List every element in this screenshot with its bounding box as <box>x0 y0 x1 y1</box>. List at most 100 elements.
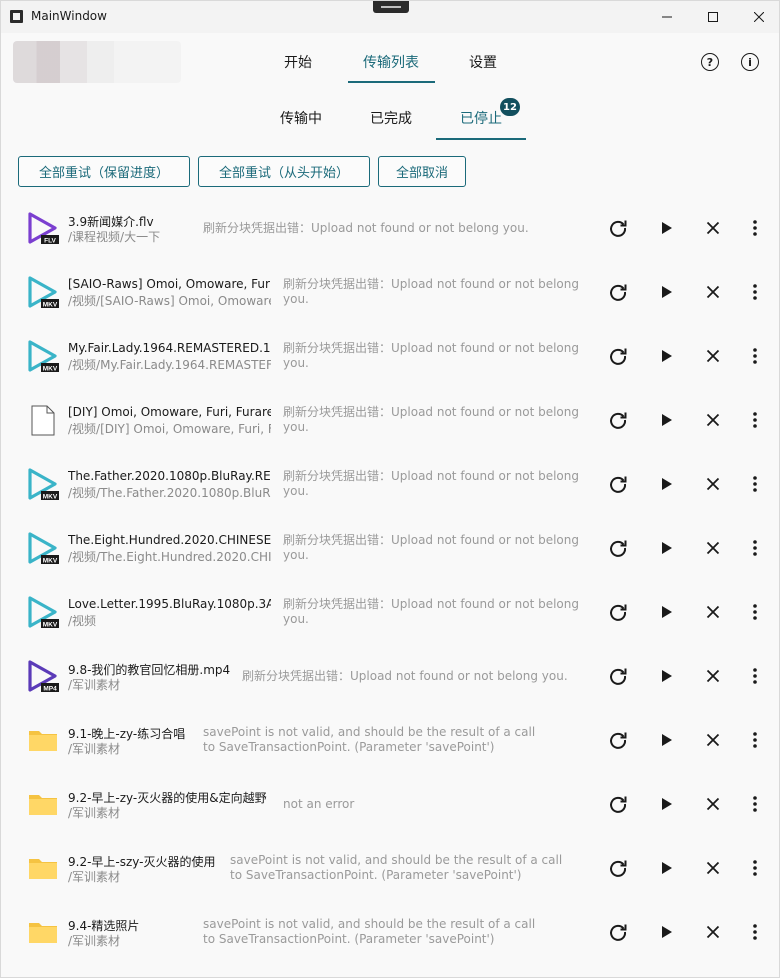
cancel-button[interactable] <box>701 664 725 688</box>
transfer-row[interactable]: MKV The.Father.2020.1080p.BluRay.REM/视频/T… <box>1 452 779 516</box>
transfer-row[interactable]: MKV My.Fair.Lady.1964.REMASTERED.10/视频/My… <box>1 324 779 388</box>
resume-button[interactable] <box>655 600 679 624</box>
resume-button[interactable] <box>655 920 679 944</box>
more-button[interactable] <box>743 408 767 432</box>
resume-button[interactable] <box>655 536 679 560</box>
file-path: /视频/The.Father.2020.1080p.BluRa <box>68 486 271 500</box>
tab-start[interactable]: 开始 <box>284 52 312 72</box>
file-path: /视频/The.Eight.Hundred.2020.CHIN <box>68 550 271 564</box>
transfer-row[interactable]: MP4 9.8-我们的教官回忆相册.mp4/军训素材 刷新分块凭据出错：Upload… <box>1 644 779 708</box>
error-message: savePoint is not valid, and should be th… <box>230 853 563 882</box>
transfer-row[interactable]: [DIY] Omoi, Omoware, Furi, Furare/视频/[DI… <box>1 388 779 452</box>
resume-button[interactable] <box>655 664 679 688</box>
retry-button[interactable] <box>606 920 630 944</box>
retry-icon <box>608 474 628 494</box>
transfer-row[interactable]: 9.2-早上-szy-灭火器的使用/军训素材 savePoint is not v… <box>1 836 779 900</box>
file-path: /视频 <box>68 614 97 628</box>
subtab-stopped[interactable]: 已停止 <box>460 108 502 128</box>
help-icon[interactable]: ? <box>701 53 719 71</box>
retry-button[interactable] <box>606 664 630 688</box>
transfer-row[interactable]: MKV [SAIO-Raws] Omoi, Omoware, Furi, /视频/[… <box>1 260 779 324</box>
transfer-row[interactable]: 9.2-早上-zy-灭火器的使用&定向越野/军训素材 not an error <box>1 772 779 836</box>
play-icon <box>660 221 674 235</box>
resume-button[interactable] <box>655 408 679 432</box>
cancel-button[interactable] <box>701 344 725 368</box>
more-button[interactable] <box>743 472 767 496</box>
top-tab-bar: 开始 传输列表 设置 <box>1 45 779 85</box>
cancel-button[interactable] <box>701 792 725 816</box>
more-button[interactable] <box>743 728 767 752</box>
cancel-button[interactable] <box>701 280 725 304</box>
maximize-button[interactable] <box>690 1 736 33</box>
transfer-row[interactable]: 9.1-晚上-zy-练习合唱/军训素材 savePoint is not vali… <box>1 708 779 772</box>
svg-text:MKV: MKV <box>43 365 58 372</box>
resume-button[interactable] <box>655 856 679 880</box>
resume-button[interactable] <box>655 792 679 816</box>
main-window: MainWindow 开始 传输列表 设置 ? i 传输中 已完成 已停止 12… <box>0 0 780 978</box>
cancel-button[interactable] <box>701 856 725 880</box>
retry-button[interactable] <box>606 856 630 880</box>
folder-icon <box>25 850 61 886</box>
retry-button[interactable] <box>606 536 630 560</box>
cancel-all-button[interactable]: 全部取消 <box>378 156 466 187</box>
more-button[interactable] <box>743 856 767 880</box>
close-icon <box>706 733 720 747</box>
title-bar[interactable]: MainWindow <box>1 1 779 33</box>
retry-button[interactable] <box>606 408 630 432</box>
tab-transfer-list[interactable]: 传输列表 <box>363 52 419 72</box>
cancel-button[interactable] <box>701 536 725 560</box>
cancel-button[interactable] <box>701 216 725 240</box>
resume-button[interactable] <box>655 472 679 496</box>
retry-button[interactable] <box>606 344 630 368</box>
resume-button[interactable] <box>655 728 679 752</box>
transfer-row[interactable]: MKV The.Eight.Hundred.2020.CHINESE.1/视频/T… <box>1 516 779 580</box>
cancel-button[interactable] <box>701 408 725 432</box>
more-button[interactable] <box>743 280 767 304</box>
close-icon <box>706 925 720 939</box>
cancel-button[interactable] <box>701 600 725 624</box>
retry-button[interactable] <box>606 472 630 496</box>
retry-icon <box>608 282 628 302</box>
retry-button[interactable] <box>606 280 630 304</box>
svg-text:MKV: MKV <box>43 557 58 564</box>
drag-handle[interactable] <box>373 1 409 13</box>
close-button[interactable] <box>736 1 780 33</box>
cancel-button[interactable] <box>701 472 725 496</box>
transfer-row[interactable]: MKV Love.Letter.1995.BluRay.1080p.3Au/视频 刷… <box>1 580 779 644</box>
retry-button[interactable] <box>606 600 630 624</box>
resume-button[interactable] <box>655 280 679 304</box>
subtab-completed[interactable]: 已完成 <box>370 108 412 128</box>
more-button[interactable] <box>743 536 767 560</box>
transfer-row[interactable]: FLV 3.9新闻媒介.flv/课程视频/大一下 刷新分块凭据出错：Upload n… <box>1 196 779 260</box>
retry-button[interactable] <box>606 216 630 240</box>
retry-icon <box>608 922 628 942</box>
subtab-transferring[interactable]: 传输中 <box>280 108 322 128</box>
stopped-count-badge: 12 <box>500 98 520 116</box>
more-icon <box>752 475 758 493</box>
more-button[interactable] <box>743 664 767 688</box>
info-icon[interactable]: i <box>741 53 759 71</box>
svg-text:MKV: MKV <box>43 493 58 500</box>
close-icon <box>706 861 720 875</box>
video-file-icon: MP4 <box>25 658 61 694</box>
minimize-button[interactable] <box>644 1 690 33</box>
cancel-button[interactable] <box>701 920 725 944</box>
more-button[interactable] <box>743 792 767 816</box>
resume-button[interactable] <box>655 344 679 368</box>
more-button[interactable] <box>743 344 767 368</box>
play-icon <box>660 541 674 555</box>
retry-button[interactable] <box>606 728 630 752</box>
tab-settings[interactable]: 设置 <box>469 52 497 72</box>
retry-button[interactable] <box>606 792 630 816</box>
transfer-row[interactable]: 9.4-精选照片/军训素材 savePoint is not valid, and… <box>1 900 779 964</box>
video-file-icon: MKV <box>25 274 61 310</box>
retry-all-restart-button[interactable]: 全部重试（从头开始） <box>198 156 370 187</box>
more-button[interactable] <box>743 920 767 944</box>
retry-all-keep-progress-button[interactable]: 全部重试（保留进度） <box>18 156 190 187</box>
retry-icon <box>608 666 628 686</box>
more-button[interactable] <box>743 600 767 624</box>
resume-button[interactable] <box>655 216 679 240</box>
file-icon <box>25 402 61 438</box>
cancel-button[interactable] <box>701 728 725 752</box>
more-button[interactable] <box>743 216 767 240</box>
